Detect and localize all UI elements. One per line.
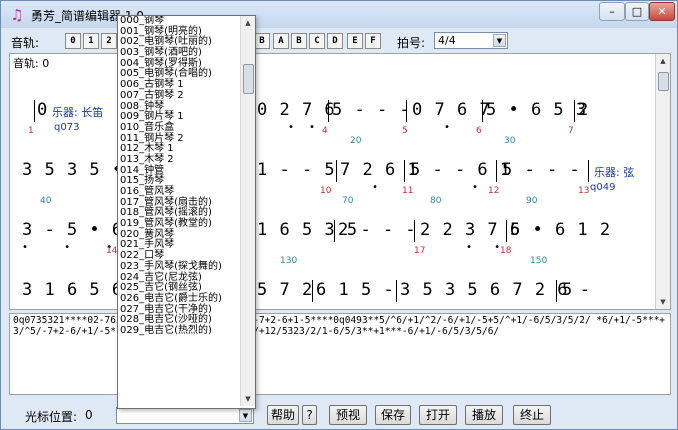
instrument-label: 乐器: 弦	[594, 166, 635, 179]
tick-number: 90	[526, 196, 538, 206]
scroll-down-icon[interactable]: ▼	[241, 392, 255, 406]
tick-number: 20	[350, 136, 362, 146]
instrument-options: 000_钢琴 001_钢琴(明亮的) 002_电钢琴(吐丽的) 003_钢琴(酒吧的)…	[118, 16, 240, 337]
track-button-c[interactable]: C	[309, 33, 325, 49]
measure-number: 5	[402, 126, 408, 136]
cursor-position-label: 光标位置:	[25, 410, 78, 424]
about-button[interactable]: ?	[302, 405, 317, 425]
measure-number: 14	[106, 246, 118, 256]
status-bar: 光标位置: 0 ▼ 帮助 ? 预视 保存 打开 播放 终止	[9, 405, 671, 427]
music-note-icon: ♫	[10, 6, 24, 24]
measure-17[interactable]: 2 - - -	[338, 220, 417, 240]
measure-number: 7	[568, 126, 574, 136]
scroll-thumb[interactable]	[658, 72, 669, 91]
title-bar[interactable]: ♫ 勇芳_简谱编辑器 1.0 – □ ✕	[1, 1, 677, 28]
track-button-d[interactable]: D	[327, 33, 343, 49]
score-row-2: 3 5 3 5 • 3 40 1 - - 5 10 70 7 2 6 1 • 1…	[22, 160, 635, 206]
score-editor[interactable]: 音轨: 0 0 乐器: 长笛 q073 1 0 2 7 6 • • 4 5 - …	[9, 53, 671, 310]
measure-number: 17	[414, 246, 426, 256]
measure-22[interactable]: 6 1 5 -	[316, 280, 395, 300]
measure-14[interactable]: 3 - 5 • 6	[22, 220, 123, 240]
main-window: ♫ 勇芳_简谱编辑器 1.0 – □ ✕ 音轨: 0 1 2 B A B C D…	[0, 0, 678, 430]
instrument-option[interactable]: 010_音乐盒	[118, 122, 240, 134]
open-button[interactable]: 打开	[419, 405, 457, 425]
maximize-button[interactable]: □	[625, 2, 649, 21]
measure-number: 13	[578, 186, 590, 196]
instrument-option[interactable]: 023_手风琴(探戈舞的)	[118, 261, 240, 273]
score-row-3: 3 - 5 • 6 • • • 14 1 6 5 3 5 130 2 - - -…	[22, 220, 612, 266]
measure-number: 6	[476, 126, 482, 136]
play-button[interactable]: 播放	[465, 405, 503, 425]
meter-value: 4/4	[438, 34, 456, 47]
score-row-1: 0 乐器: 长笛 q073 1 0 2 7 6 • • 4 5 - - - 20…	[28, 100, 590, 146]
tick-number: 40	[40, 196, 52, 206]
measure-19[interactable]: 5 • 6 1 2	[510, 220, 611, 240]
measure-7[interactable]: 5 • 6 5 3	[486, 100, 587, 120]
measure-13[interactable]: 5 - - -	[502, 160, 581, 180]
tick-number: 80	[430, 196, 442, 206]
measure-21[interactable]: 5 7 2	[257, 280, 313, 300]
instrument-label: 乐器: 长笛	[52, 106, 104, 119]
preview-button[interactable]: 预视	[329, 405, 367, 425]
measure-number: 4	[322, 126, 328, 136]
instrument-code: q049	[590, 182, 616, 193]
notation-code-area[interactable]: 0q0735321****02-765 /3/2/3/5/3/4/3/2/1**…	[9, 313, 671, 395]
measure-number: 1	[28, 126, 34, 136]
chevron-down-icon[interactable]: ▼	[493, 34, 506, 47]
measure-number: 12	[488, 186, 500, 196]
minimize-button[interactable]: –	[599, 2, 625, 21]
measure-number: 18	[500, 246, 512, 256]
instrument-select[interactable]: ▼	[116, 407, 254, 424]
tick-number: 150	[530, 256, 548, 266]
track-button-0[interactable]: 0	[65, 33, 81, 49]
track-button-b[interactable]: B	[291, 33, 307, 49]
toolbar: 音轨: 0 1 2 B A B C D E F 拍号: 4/4 ▼	[9, 31, 671, 51]
track-label: 音轨:	[11, 36, 40, 50]
track-info: 音轨: 0	[13, 57, 50, 70]
cursor-position-value: 0	[85, 408, 93, 422]
track-button-a[interactable]: A	[273, 33, 289, 49]
measure-number: 11	[402, 186, 414, 196]
instrument-option[interactable]: 026_电吉它(爵士乐的)	[118, 293, 240, 305]
track-button-e[interactable]: E	[347, 33, 363, 49]
meter-label: 拍号:	[397, 36, 426, 50]
instrument-code: q073	[54, 122, 80, 133]
measure-20[interactable]: 3 1 6 5 6	[22, 280, 123, 300]
dropdown-scrollbar[interactable]: ▲ ▼	[240, 16, 255, 406]
measure-10[interactable]: 1 - - 5	[257, 160, 336, 180]
tick-number: 130	[280, 256, 298, 266]
meter-select[interactable]: 4/4 ▼	[434, 32, 508, 49]
editor-scrollbar[interactable]: ▲ ▼	[655, 54, 670, 309]
scroll-up-icon[interactable]: ▲	[241, 16, 255, 30]
scroll-up-icon[interactable]: ▲	[656, 54, 670, 68]
scroll-thumb[interactable]	[243, 64, 254, 94]
measure-11[interactable]: 7 2 6 1	[340, 160, 419, 180]
measure-4[interactable]: 0 2 7 6	[257, 100, 336, 120]
tick-number: 70	[342, 196, 354, 206]
instrument-option[interactable]: 029_电吉它(热烈的)	[118, 325, 240, 337]
measure-1[interactable]: 0	[37, 100, 48, 120]
track-button-b-left[interactable]: B	[254, 33, 270, 49]
help-button[interactable]: 帮助	[267, 405, 299, 425]
score-row-4: 3 1 6 5 6 5 7 2 6 1 5 - 3 5 3 5 6 7 2 6 …	[10, 280, 658, 309]
measure-6[interactable]: 0 7 6 7	[412, 100, 491, 120]
measure-24[interactable]: 5	[562, 280, 573, 300]
save-button[interactable]: 保存	[375, 405, 411, 425]
measure-5[interactable]: 5 - - -	[332, 100, 411, 120]
track-button-1[interactable]: 1	[83, 33, 99, 49]
instrument-dropdown-list[interactable]: 000_钢琴 001_钢琴(明亮的) 002_电钢琴(吐丽的) 003_钢琴(酒吧的)…	[117, 15, 256, 409]
track-button-2[interactable]: 2	[101, 33, 117, 49]
instrument-option[interactable]: 007_古钢琴 2	[118, 90, 240, 102]
measure-number: 10	[320, 186, 332, 196]
tick-number: 30	[504, 136, 516, 146]
measure-8[interactable]: 2	[578, 100, 589, 120]
chevron-down-icon[interactable]: ▼	[239, 409, 252, 422]
track-button-f[interactable]: F	[365, 33, 381, 49]
scroll-down-icon[interactable]: ▼	[656, 295, 670, 309]
close-button[interactable]: ✕	[649, 2, 675, 21]
stop-button[interactable]: 终止	[513, 405, 551, 425]
